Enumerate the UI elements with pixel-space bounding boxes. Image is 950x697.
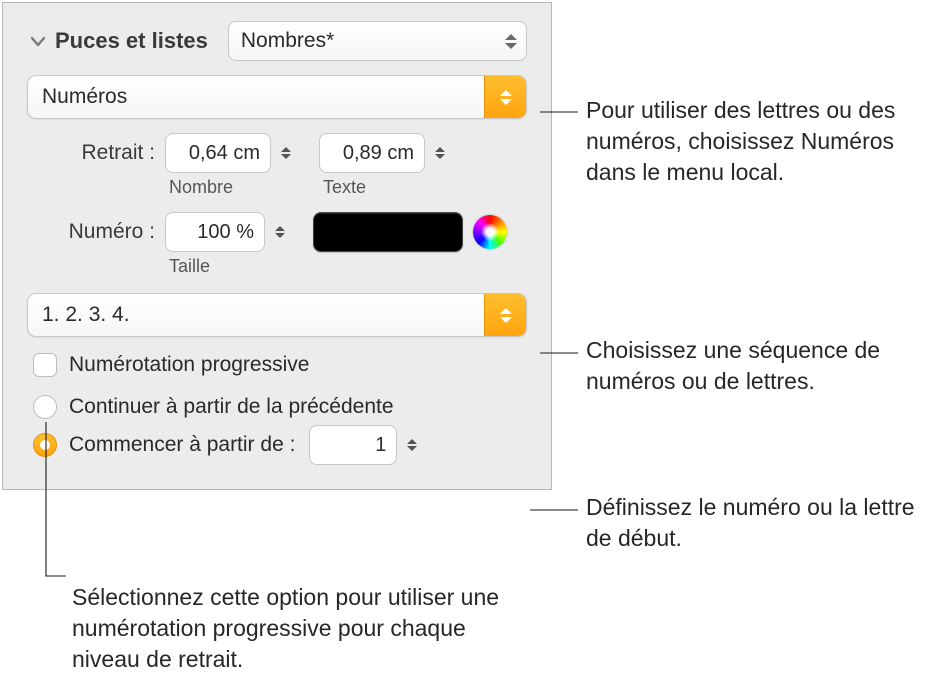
section-header: Puces et listes Nombres* [27, 21, 527, 61]
tiered-numbers-label: Numérotation progressive [69, 353, 309, 377]
popup-button-icon [484, 294, 526, 336]
indent-row: Retrait : 0,64 cm Nombre 0,89 cm [27, 133, 527, 198]
disclosure-icon[interactable] [27, 30, 49, 52]
indent-text-caption: Texte [323, 177, 366, 198]
tiered-numbers-checkbox[interactable] [33, 353, 57, 377]
color-wheel-icon[interactable] [473, 215, 507, 249]
number-size-caption: Taille [169, 256, 210, 277]
continue-radio[interactable] [33, 395, 57, 419]
number-size-stepper[interactable] [269, 226, 291, 238]
startfrom-radio-label: Commencer à partir de : [69, 433, 295, 457]
numbering-type-popup[interactable]: Numéros [27, 75, 527, 119]
annotation-type-popup: Pour utiliser des lettres ou des numéros… [586, 95, 926, 188]
number-size-value: 100 % [197, 221, 254, 244]
list-style-value: Nombres* [241, 29, 334, 53]
number-color-swatch[interactable] [313, 212, 463, 252]
number-row: Numéro : 100 % Taille [27, 212, 527, 277]
indent-text-field[interactable]: 0,89 cm [319, 133, 425, 173]
startfrom-field[interactable]: 1 [309, 425, 397, 465]
annotation-sequence-popup: Choisissez une séquence de numéros ou de… [586, 335, 946, 397]
numbering-type-value: Numéros [42, 85, 127, 109]
indent-text-stepper[interactable] [429, 147, 451, 159]
number-size-field[interactable]: 100 % [165, 212, 265, 252]
startfrom-value: 1 [375, 434, 386, 457]
bullets-lists-panel: Puces et listes Nombres* Numéros Retrait… [2, 2, 552, 490]
startfrom-radio[interactable] [33, 433, 57, 457]
indent-number-caption: Nombre [169, 177, 233, 198]
startfrom-stepper[interactable] [401, 439, 423, 451]
indent-text-value: 0,89 cm [343, 142, 414, 165]
indent-number-field[interactable]: 0,64 cm [165, 133, 271, 173]
annotation-tiered-checkbox: Sélectionnez cette option pour utiliser … [72, 582, 532, 675]
continue-radio-label: Continuer à partir de la précédente [69, 395, 394, 419]
sequence-popup[interactable]: 1. 2. 3. 4. [27, 293, 527, 337]
popup-button-icon [484, 76, 526, 118]
indent-number-value: 0,64 cm [189, 142, 260, 165]
chevron-updown-icon [504, 31, 518, 51]
section-title: Puces et listes [55, 28, 208, 54]
list-style-popup[interactable]: Nombres* [228, 21, 527, 61]
number-label: Numéro : [27, 212, 165, 244]
sequence-value: 1. 2. 3. 4. [42, 303, 130, 327]
indent-label: Retrait : [27, 133, 165, 165]
indent-number-stepper[interactable] [275, 147, 297, 159]
annotation-startfrom: Définissez le numéro ou la lettre de déb… [586, 492, 926, 554]
